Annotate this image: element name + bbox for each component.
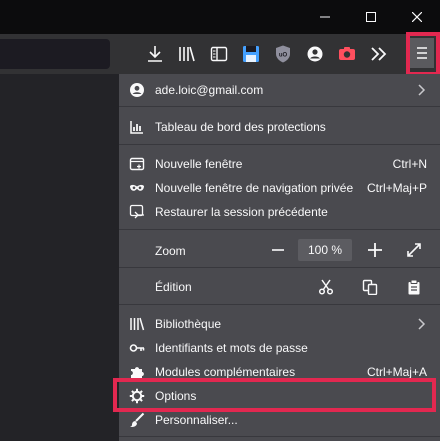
new-window-label: Nouvelle fenêtre	[155, 157, 243, 171]
separator	[119, 304, 440, 305]
maximize-icon	[366, 12, 376, 22]
ublock-icon: uO	[276, 45, 290, 63]
navigation-toolbar: uO	[0, 34, 440, 74]
library-button[interactable]	[175, 42, 199, 66]
restore-session-label: Restaurer la session précédente	[155, 205, 328, 219]
paintbrush-icon	[129, 412, 145, 428]
highlight-menu-button	[406, 32, 440, 76]
menu-item-new-window[interactable]: Nouvelle fenêtre Ctrl+N	[119, 152, 440, 176]
scissors-icon	[318, 279, 334, 295]
customize-label: Personnaliser...	[155, 413, 238, 427]
minimize-icon	[320, 16, 330, 18]
screenshot-icon	[339, 47, 355, 60]
save-icon	[243, 46, 259, 62]
save-extension-button[interactable]	[239, 42, 263, 66]
download-icon	[148, 46, 162, 62]
ublock-button[interactable]: uO	[271, 42, 295, 66]
screenshot-button[interactable]	[335, 42, 359, 66]
menu-item-library[interactable]: Bibliothèque	[119, 312, 440, 336]
account-icon	[307, 46, 323, 62]
library-icon	[129, 316, 145, 332]
cut-button[interactable]	[318, 279, 334, 295]
fullscreen-icon	[407, 243, 421, 257]
copy-icon	[362, 279, 378, 296]
paste-button[interactable]	[406, 279, 422, 295]
title-bar	[0, 0, 440, 34]
protections-dashboard-icon	[129, 119, 145, 135]
new-window-icon	[129, 156, 145, 172]
chevron-right-icon	[418, 318, 426, 333]
menu-item-logins[interactable]: Identifiants et mots de passe	[119, 336, 440, 360]
downloads-button[interactable]	[143, 42, 167, 66]
highlight-options	[113, 378, 436, 412]
page-content	[0, 74, 119, 441]
menu-item-protections[interactable]: Tableau de bord des protections	[119, 115, 440, 139]
minimize-button[interactable]	[302, 0, 348, 34]
overflow-icon	[371, 47, 387, 61]
clipboard-icon	[408, 279, 420, 295]
plus-icon	[368, 243, 382, 257]
edition-label: Édition	[155, 280, 192, 294]
private-window-shortcut: Ctrl+Maj+P	[366, 181, 427, 195]
addons-shortcut: Ctrl+Maj+A	[366, 365, 427, 379]
account-button[interactable]	[303, 42, 327, 66]
private-window-label: Nouvelle fenêtre de navigation privée	[155, 181, 354, 195]
addons-label: Modules complémentaires	[155, 365, 296, 379]
sidebar-button[interactable]	[207, 42, 231, 66]
zoom-in-button[interactable]	[367, 242, 383, 261]
key-icon	[129, 340, 145, 356]
svg-text:uO: uO	[279, 53, 288, 59]
chevron-right-icon	[418, 84, 426, 99]
zoom-reset-button[interactable]: 100 %	[298, 239, 352, 261]
separator	[119, 144, 440, 145]
account-email: ade.loic@gmail.com	[155, 83, 264, 97]
restore-session-icon	[129, 204, 145, 220]
minus-icon	[272, 249, 284, 251]
menu-item-restore-session[interactable]: Restaurer la session précédente	[119, 200, 440, 224]
separator	[119, 229, 440, 230]
menu-row-edition: Édition	[119, 272, 440, 304]
new-window-shortcut: Ctrl+N	[392, 157, 427, 171]
menu-item-private-window[interactable]: Nouvelle fenêtre de navigation privée Ct…	[119, 176, 440, 200]
overflow-button[interactable]	[367, 42, 391, 66]
sidebar-icon	[210, 46, 228, 62]
close-button[interactable]	[394, 0, 440, 34]
private-mask-icon	[129, 180, 145, 196]
logins-label: Identifiants et mots de passe	[155, 341, 308, 355]
separator	[119, 267, 440, 268]
copy-button[interactable]	[362, 279, 378, 296]
menu-row-zoom: Zoom 100 %	[119, 234, 440, 266]
account-icon	[129, 82, 145, 98]
protections-label: Tableau de bord des protections	[155, 120, 326, 134]
maximize-button[interactable]	[348, 0, 394, 34]
zoom-label: Zoom	[155, 244, 186, 258]
separator	[119, 106, 440, 107]
fullscreen-button[interactable]	[406, 242, 422, 261]
url-bar[interactable]	[0, 39, 110, 69]
close-icon	[412, 12, 422, 22]
zoom-out-button[interactable]	[271, 243, 285, 260]
library-label: Bibliothèque	[155, 317, 222, 331]
separator	[119, 436, 440, 437]
menu-item-account[interactable]: ade.loic@gmail.com	[119, 78, 440, 102]
library-icon	[179, 46, 195, 62]
